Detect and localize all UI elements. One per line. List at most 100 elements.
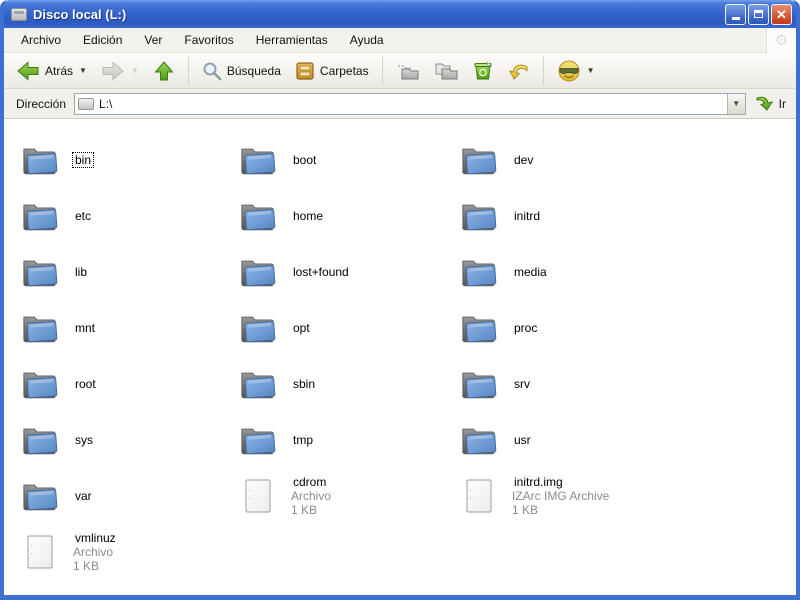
folders-icon xyxy=(296,61,314,80)
address-input[interactable]: L:\ ▼ xyxy=(74,92,746,115)
forward-arrow-icon xyxy=(102,60,124,81)
views-button[interactable]: ▼ xyxy=(551,56,601,86)
menu-ver[interactable]: Ver xyxy=(133,30,173,50)
file-tile[interactable]: mnt xyxy=(20,300,238,356)
search-label: Búsqueda xyxy=(226,63,281,78)
file-icon xyxy=(466,479,492,513)
toolbar-separator xyxy=(542,56,544,85)
file-name: dev xyxy=(514,153,534,167)
file-name: proc xyxy=(514,321,538,335)
file-list-area[interactable]: bin boot dev etc home initrd lib lost+fo… xyxy=(4,119,796,595)
folder-icon xyxy=(462,204,497,231)
back-arrow-icon xyxy=(17,60,39,81)
move-to-button[interactable] xyxy=(390,58,426,84)
back-button[interactable]: Atrás ▼ xyxy=(10,57,93,85)
close-button[interactable]: ✕ xyxy=(771,3,792,25)
go-button[interactable]: Ir xyxy=(754,94,790,114)
file-name: usr xyxy=(514,433,531,447)
file-tile[interactable]: home xyxy=(238,188,459,244)
file-name: var xyxy=(75,489,92,503)
drive-icon xyxy=(11,7,27,21)
file-name: lib xyxy=(75,265,88,279)
folder-icon xyxy=(241,148,276,175)
toolbar-separator xyxy=(381,56,383,85)
file-tile[interactable]: tmp xyxy=(238,412,459,468)
folder-icon xyxy=(241,204,276,231)
close-icon: ✕ xyxy=(776,6,787,22)
file-name: home xyxy=(293,209,324,223)
folder-icon xyxy=(23,484,58,511)
address-label: Dirección xyxy=(16,96,67,111)
folders-label: Carpetas xyxy=(319,63,369,78)
folder-icon xyxy=(462,372,497,399)
titlebar[interactable]: Disco local (L:) ✕ xyxy=(4,0,796,28)
views-dropdown-caret-icon[interactable]: ▼ xyxy=(587,66,595,75)
file-tile[interactable]: lib xyxy=(20,244,238,300)
search-button[interactable]: Búsqueda xyxy=(196,58,287,84)
file-tile[interactable]: bin xyxy=(20,132,238,188)
file-tile[interactable]: proc xyxy=(459,300,796,356)
folder-icon xyxy=(23,204,58,231)
file-name: sbin xyxy=(293,377,316,391)
file-tile[interactable]: media xyxy=(459,244,796,300)
address-bar: Dirección L:\ ▼ Ir xyxy=(4,89,796,119)
undo-button[interactable] xyxy=(502,57,536,85)
menu-herramientas[interactable]: Herramientas xyxy=(245,30,339,50)
folder-icon xyxy=(462,260,497,287)
file-name: lost+found xyxy=(293,265,349,279)
menu-archivo[interactable]: Archivo xyxy=(10,30,72,50)
file-icon xyxy=(245,479,271,513)
folder-icon xyxy=(23,316,58,343)
forward-button[interactable]: ▼ xyxy=(95,57,145,85)
folder-icon xyxy=(241,372,276,399)
file-kind: Archivo xyxy=(291,489,332,503)
file-tile[interactable]: boot xyxy=(238,132,459,188)
address-drive-icon xyxy=(78,97,95,110)
forward-dropdown-caret-icon[interactable]: ▼ xyxy=(131,66,139,75)
folder-icon xyxy=(462,316,497,343)
file-tile[interactable]: srv xyxy=(459,356,796,412)
delete-button[interactable] xyxy=(466,57,500,85)
maximize-icon xyxy=(754,10,763,18)
address-value: L:\ xyxy=(99,96,113,111)
file-tile[interactable]: etc xyxy=(20,188,238,244)
file-size: 1 KB xyxy=(291,503,318,517)
folder-icon xyxy=(23,148,58,175)
file-tile[interactable]: sys xyxy=(20,412,238,468)
back-dropdown-caret-icon[interactable]: ▼ xyxy=(79,66,87,75)
file-tile[interactable]: usr xyxy=(459,412,796,468)
file-tile[interactable]: lost+found xyxy=(238,244,459,300)
back-label: Atrás xyxy=(45,63,74,78)
file-icon xyxy=(27,535,53,569)
file-tile[interactable]: initrd.img IZArc IMG Archive 1 KB xyxy=(459,468,796,524)
menu-ayuda[interactable]: Ayuda xyxy=(339,30,395,50)
file-tile[interactable]: root xyxy=(20,356,238,412)
explorer-window: Disco local (L:) ✕ Archivo Edición Ver F… xyxy=(0,0,800,600)
file-tile[interactable]: cdrom Archivo 1 KB xyxy=(238,468,459,524)
minimize-button[interactable] xyxy=(725,3,746,25)
folders-button[interactable]: Carpetas xyxy=(289,58,375,84)
menu-edicion[interactable]: Edición xyxy=(72,30,133,50)
smiley-sunglasses-icon xyxy=(558,60,580,81)
file-grid: bin boot dev etc home initrd lib lost+fo… xyxy=(4,119,796,580)
address-dropdown-button[interactable]: ▼ xyxy=(726,93,745,114)
up-button[interactable] xyxy=(147,57,181,85)
file-size: 1 KB xyxy=(512,503,539,517)
toolbar-separator xyxy=(187,56,189,85)
file-name: boot xyxy=(293,153,317,167)
maximize-button[interactable] xyxy=(748,3,769,25)
file-tile[interactable]: initrd xyxy=(459,188,796,244)
file-name: mnt xyxy=(75,321,96,335)
file-tile[interactable]: var xyxy=(20,468,238,524)
file-tile[interactable]: opt xyxy=(238,300,459,356)
up-arrow-icon xyxy=(154,60,174,80)
menu-bar: Archivo Edición Ver Favoritos Herramient… xyxy=(4,27,796,53)
copy-to-button[interactable] xyxy=(428,58,464,84)
file-name: tmp xyxy=(293,433,314,447)
file-tile[interactable]: sbin xyxy=(238,356,459,412)
file-tile[interactable]: dev xyxy=(459,132,796,188)
undo-arrow-icon xyxy=(508,64,528,80)
menu-favoritos[interactable]: Favoritos xyxy=(173,30,244,50)
folder-icon xyxy=(241,260,276,287)
file-tile[interactable]: vmlinuz Archivo 1 KB xyxy=(20,524,238,580)
